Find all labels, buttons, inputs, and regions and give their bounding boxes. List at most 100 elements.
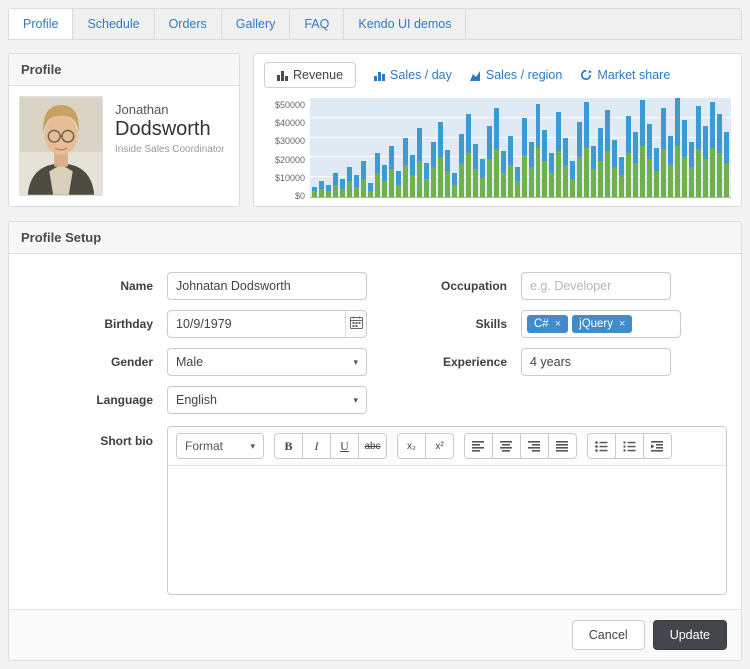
gender-dropdown[interactable]: Male ▾: [167, 348, 367, 376]
revenue-chart-panel: Revenue Sales / day Sales / region Marke…: [253, 53, 742, 207]
y-axis-label: $10000: [274, 172, 305, 183]
align-justify-button[interactable]: [548, 433, 577, 459]
superscript-button[interactable]: x²: [425, 433, 454, 459]
chart-bar: [584, 98, 590, 197]
chart-bar: [549, 98, 555, 197]
subscript-button[interactable]: x₂: [397, 433, 426, 459]
birthday-label: Birthday: [104, 317, 153, 331]
chart-bar: [312, 98, 317, 197]
chart-bar: [605, 98, 611, 197]
chart-tab-market-share[interactable]: Market share: [580, 68, 670, 82]
experience-stepper: ▴ ▾: [521, 348, 671, 376]
birthday-datepicker: [167, 310, 367, 338]
chart-tab-sales-region[interactable]: Sales / region: [469, 68, 562, 82]
chart-tab-sales-day[interactable]: Sales / day: [374, 68, 452, 82]
chart-bar: [444, 98, 450, 197]
chart-bar: [353, 98, 359, 197]
chart-bar: [514, 98, 520, 197]
bio-editor-content[interactable]: [168, 466, 726, 594]
birthday-input[interactable]: [168, 311, 345, 337]
chart-bar: [507, 98, 513, 197]
experience-input[interactable]: [522, 349, 670, 375]
remove-tag-icon[interactable]: ×: [619, 318, 625, 330]
chart-bar: [423, 98, 429, 197]
strikethrough-button[interactable]: abc: [358, 433, 387, 459]
chart-tab-revenue[interactable]: Revenue: [264, 62, 357, 88]
chart-bar: [325, 98, 331, 197]
form-actions: Cancel Update: [9, 609, 741, 660]
tab-profile[interactable]: Profile: [9, 9, 74, 39]
chart-bar: [360, 98, 366, 197]
bio-editor: Format ▾ B I U abc x₂ x²: [167, 426, 727, 595]
bold-button[interactable]: B: [274, 433, 303, 459]
tab-faq[interactable]: FAQ: [290, 9, 345, 39]
align-center-button[interactable]: [492, 433, 521, 459]
unordered-list-icon: [595, 440, 608, 452]
revenue-chart-icon: [277, 70, 288, 81]
profile-role: Inside Sales Coordinator: [115, 144, 225, 155]
underline-button[interactable]: U: [330, 433, 359, 459]
tab-kendo-ui-demos[interactable]: Kendo UI demos: [344, 9, 467, 39]
chart-bar: [339, 98, 345, 197]
cancel-button[interactable]: Cancel: [571, 620, 645, 650]
chart-bar: [633, 98, 639, 197]
align-justify-icon: [556, 440, 568, 452]
chart-bar: [416, 98, 422, 197]
profile-first-name: Jonathan: [115, 102, 169, 117]
chart-tab-label: Sales / day: [390, 68, 452, 82]
name-input[interactable]: [167, 272, 367, 300]
chart-bar: [612, 98, 618, 197]
form-left-column: Name Birthday: [21, 272, 375, 414]
chart-bar: [367, 98, 373, 197]
chart-bar: [675, 98, 681, 197]
chevron-down-icon: ▾: [353, 356, 358, 367]
form-right-column: Occupation Skills C# × jQuery ×: [375, 272, 729, 414]
align-center-icon: [500, 440, 512, 452]
profile-setup-title: Profile Setup: [21, 230, 102, 245]
format-dropdown[interactable]: Format ▾: [176, 433, 264, 459]
chart-bar: [689, 98, 695, 197]
refresh-pie-icon: [580, 69, 593, 81]
align-right-icon: [528, 440, 540, 452]
skill-tag-label: C#: [534, 318, 549, 330]
main-tabstrip: Profile Schedule Orders Gallery FAQ Kend…: [8, 8, 742, 40]
chart-plot: [310, 97, 731, 198]
y-axis-label: $20000: [274, 154, 305, 165]
chart-bar: [374, 98, 380, 197]
unordered-list-button[interactable]: [587, 433, 616, 459]
indent-button[interactable]: [643, 433, 672, 459]
indent-icon: [651, 440, 663, 452]
profile-photo: [19, 96, 103, 196]
chart-bar: [542, 98, 548, 197]
align-left-button[interactable]: [464, 433, 493, 459]
y-axis-label: $50000: [274, 100, 305, 110]
remove-tag-icon[interactable]: ×: [555, 318, 561, 330]
bio-label: Short bio: [100, 434, 153, 448]
chart-bar: [521, 98, 527, 197]
chart-bar: [717, 98, 723, 197]
tab-orders[interactable]: Orders: [155, 9, 222, 39]
editor-toolbar: Format ▾ B I U abc x₂ x²: [168, 427, 726, 466]
tab-gallery[interactable]: Gallery: [222, 9, 291, 39]
skills-multiselect[interactable]: C# × jQuery ×: [521, 310, 681, 338]
ordered-list-button[interactable]: [615, 433, 644, 459]
chart-bar: [486, 98, 492, 197]
update-button[interactable]: Update: [652, 620, 727, 650]
italic-button[interactable]: I: [302, 433, 331, 459]
chart-bar: [696, 98, 702, 197]
align-right-button[interactable]: [520, 433, 549, 459]
name-label: Name: [120, 279, 153, 293]
chart-bar: [458, 98, 464, 197]
language-dropdown[interactable]: English ▾: [167, 386, 367, 414]
occupation-input[interactable]: [521, 272, 671, 300]
skills-label: Skills: [475, 317, 507, 331]
calendar-button[interactable]: [345, 311, 366, 337]
script-group: x₂ x²: [397, 433, 454, 459]
chart-bar: [556, 98, 562, 197]
profile-card-body: Jonathan Dodsworth Inside Sales Coordina…: [9, 86, 239, 206]
tab-schedule[interactable]: Schedule: [73, 9, 155, 39]
gender-label: Gender: [110, 355, 153, 369]
chart-bar: [563, 98, 569, 197]
chart-bar: [500, 98, 506, 197]
chart-bar: [472, 98, 478, 197]
